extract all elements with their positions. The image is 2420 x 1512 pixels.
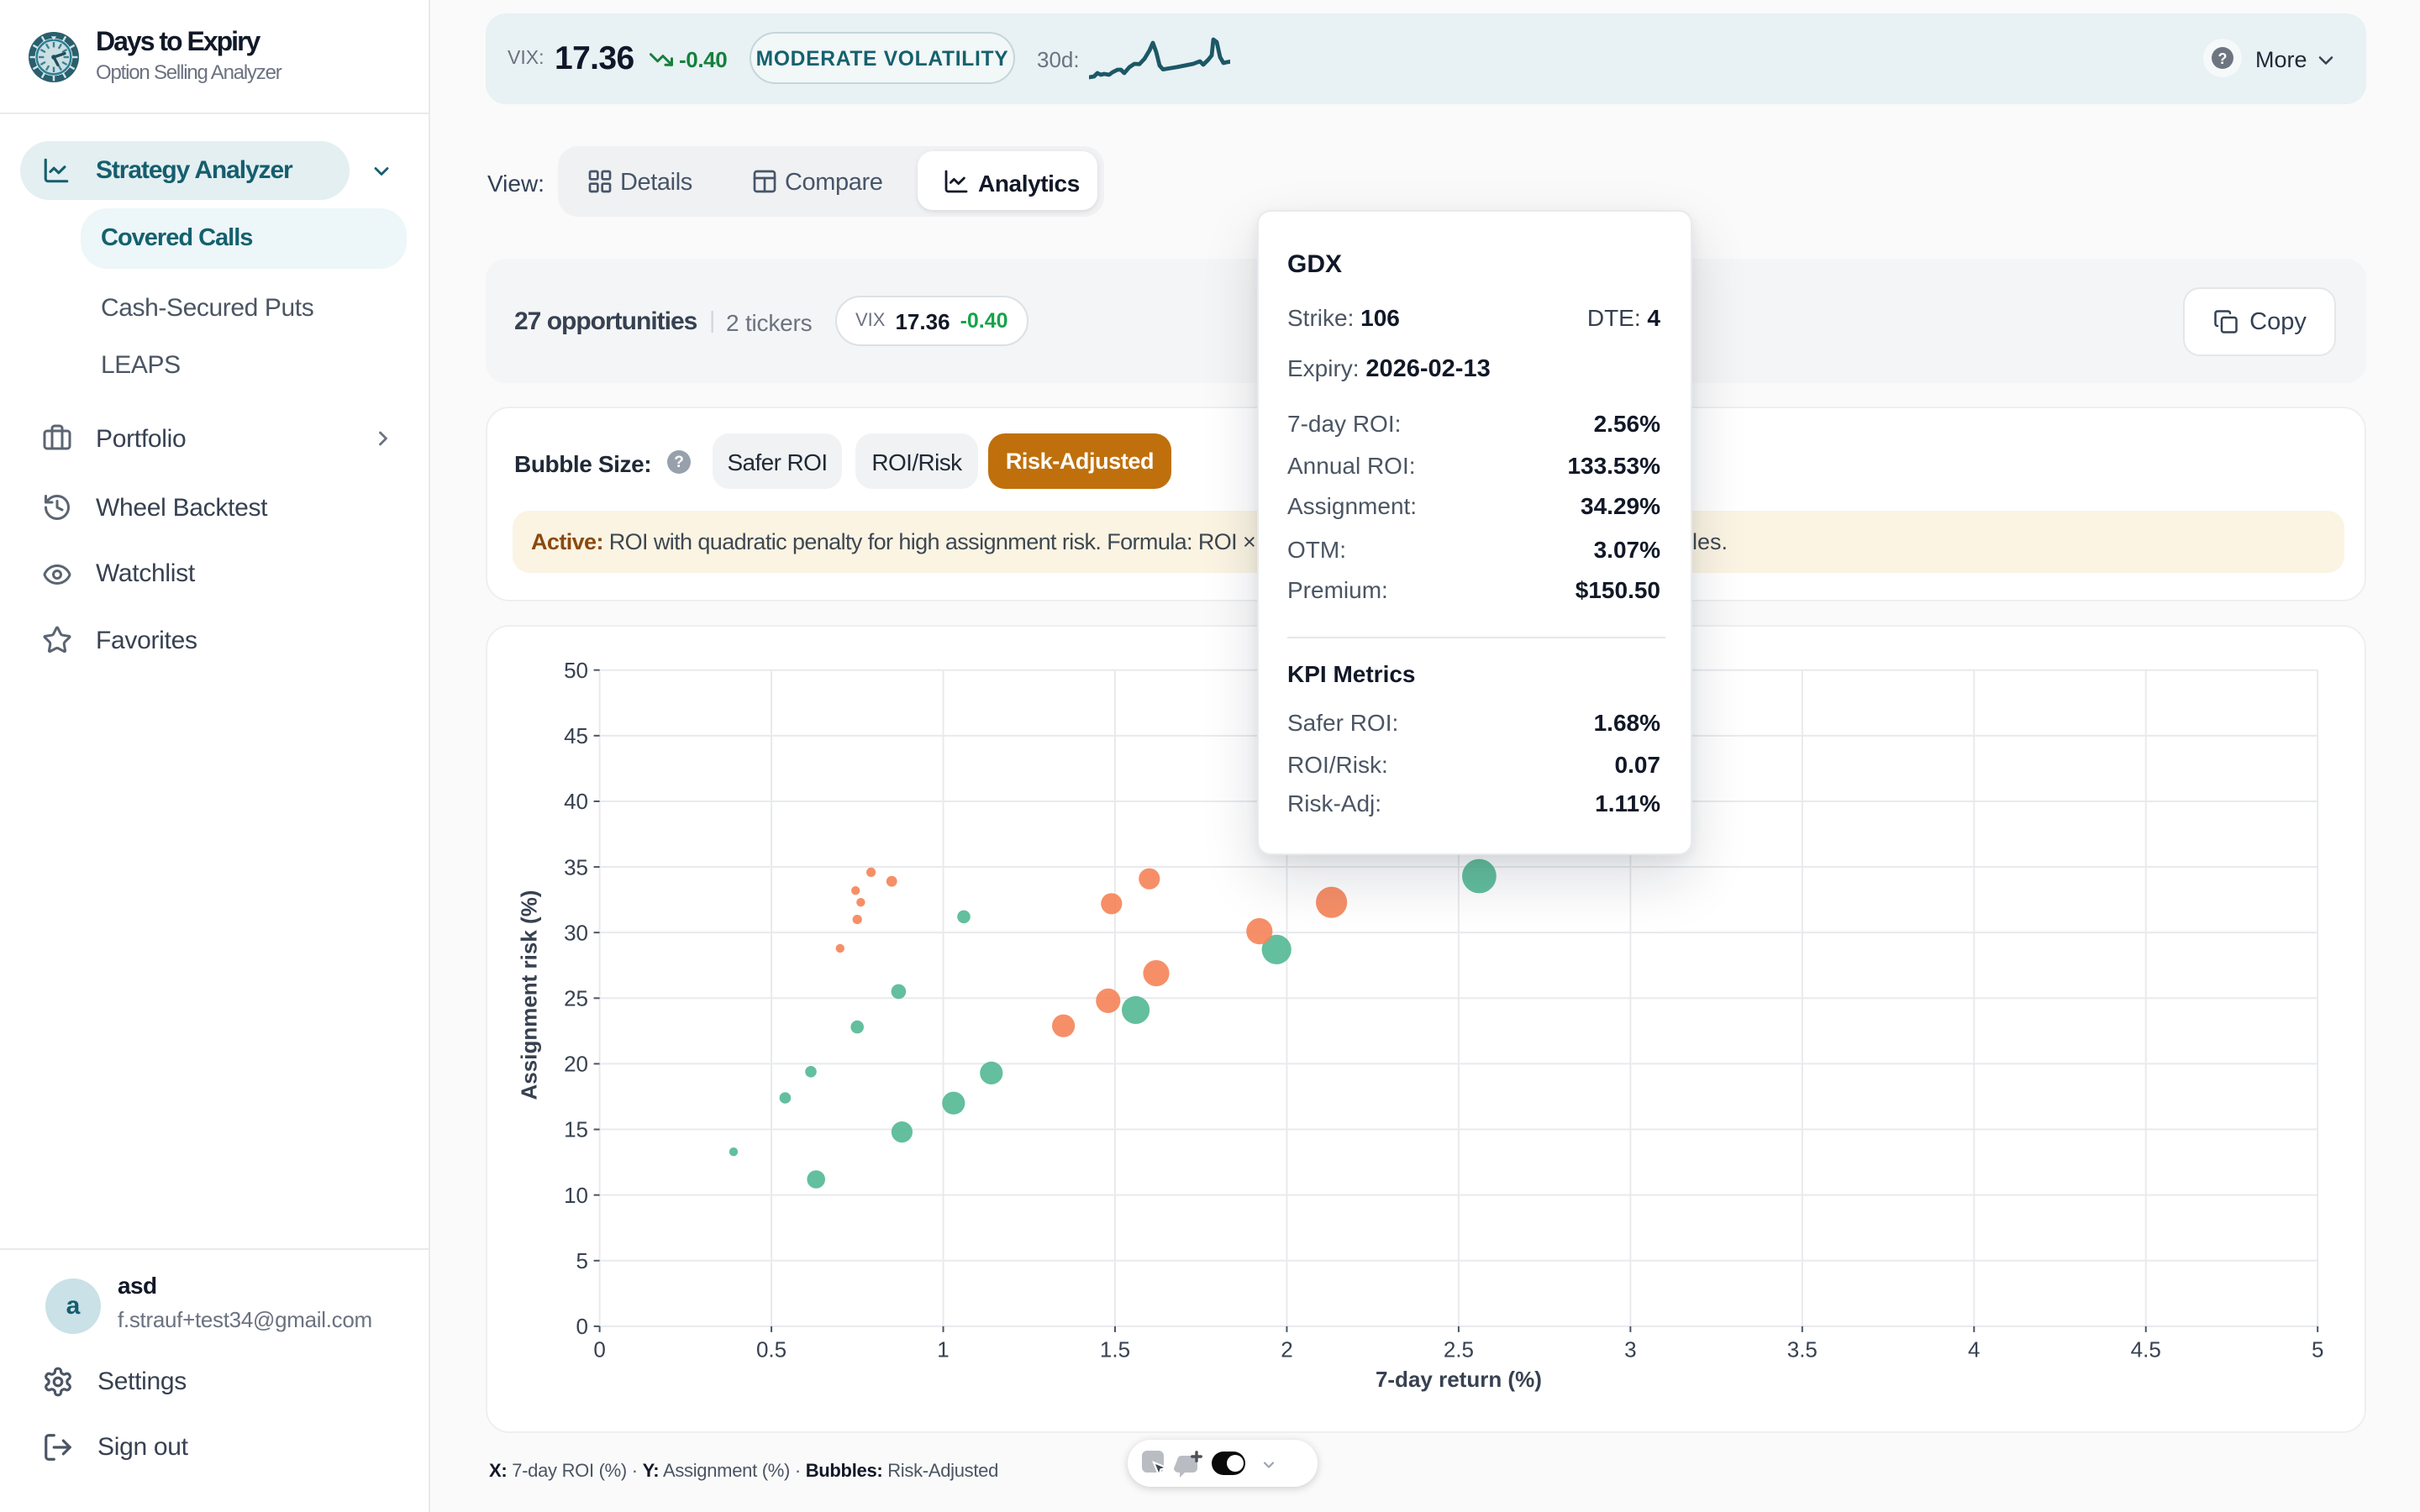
svg-text:40: 40 [564, 789, 588, 814]
svg-text:20: 20 [564, 1052, 588, 1077]
svg-text:3: 3 [1624, 1337, 1636, 1362]
svg-text:1.5: 1.5 [1100, 1337, 1130, 1362]
svg-text:4: 4 [1968, 1337, 1980, 1362]
svg-text:Assignment risk (%): Assignment risk (%) [517, 890, 542, 1100]
svg-text:0.5: 0.5 [756, 1337, 786, 1362]
svg-text:0: 0 [576, 1314, 588, 1339]
svg-text:10: 10 [564, 1183, 588, 1208]
svg-text:5: 5 [576, 1248, 588, 1273]
svg-text:50: 50 [564, 658, 588, 683]
svg-text:0: 0 [593, 1337, 605, 1362]
svg-text:2: 2 [1281, 1337, 1292, 1362]
svg-text:7-day return (%): 7-day return (%) [1376, 1367, 1542, 1392]
svg-text:15: 15 [564, 1117, 588, 1142]
svg-text:2.5: 2.5 [1444, 1337, 1474, 1362]
svg-text:35: 35 [564, 854, 588, 879]
svg-text:4.5: 4.5 [2131, 1337, 2161, 1362]
svg-text:1: 1 [937, 1337, 949, 1362]
svg-text:30: 30 [564, 920, 588, 945]
svg-text:3.5: 3.5 [1787, 1337, 1818, 1362]
svg-text:5: 5 [2312, 1337, 2323, 1362]
svg-text:25: 25 [564, 986, 588, 1011]
svg-text:45: 45 [564, 723, 588, 748]
